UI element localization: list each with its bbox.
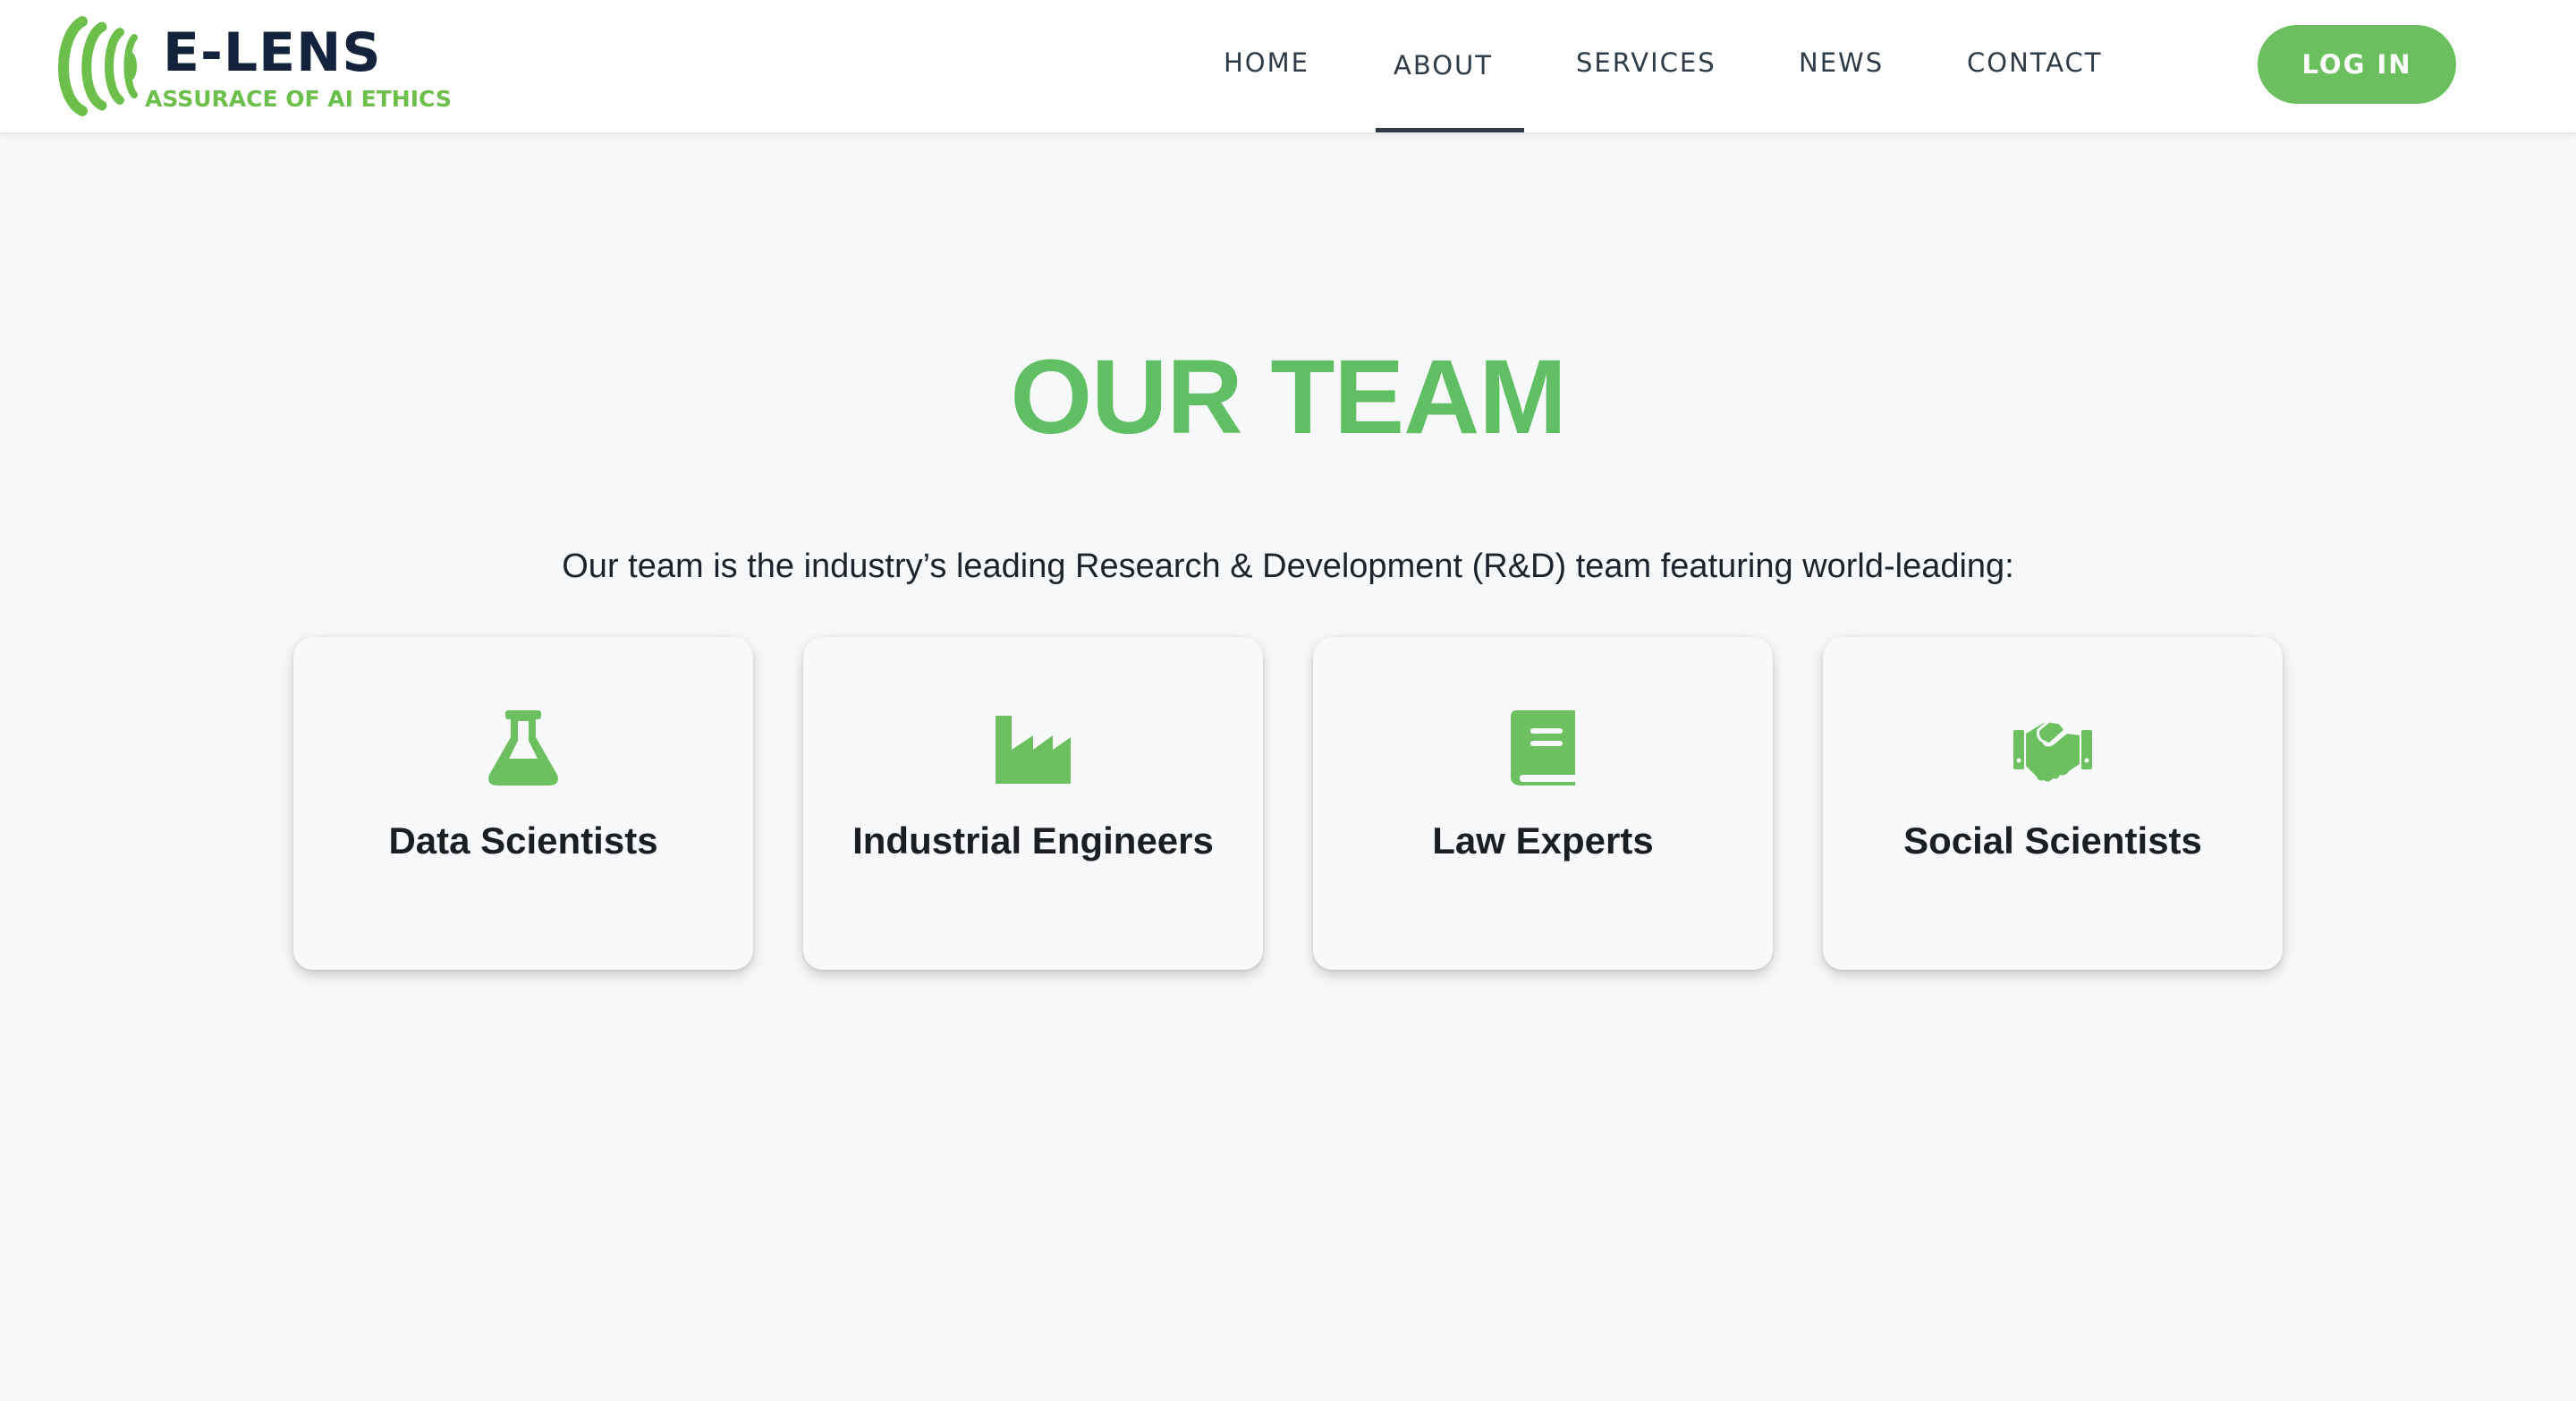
nav-services[interactable]: SERVICES [1576,47,1716,79]
team-card-industrial-engineers: Industrial Engineers [803,637,1263,970]
card-label: Industrial Engineers [852,819,1214,862]
site-logo[interactable]: E-LENS ASSURACE OF AI ETHICS [52,13,452,120]
section-subtitle: Our team is the industry’s leading Resea… [562,548,2014,585]
logo-tagline: ASSURACE OF AI ETHICS [145,86,452,112]
section-title: OUR TEAM [1010,338,1566,456]
flask-icon [488,710,558,785]
nav-home[interactable]: HOME [1224,47,1309,79]
site-header: E-LENS ASSURACE OF AI ETHICS HOME ABOUT … [0,0,2576,132]
handshake-icon [2013,719,2092,782]
nav-contact[interactable]: CONTACT [1967,47,2103,79]
card-label: Data Scientists [388,819,658,862]
factory-icon [996,716,1071,784]
logo-rings-icon [58,16,138,116]
team-card-data-scientists: Data Scientists [293,637,753,970]
card-label: Social Scientists [1903,819,2202,862]
nav-news[interactable]: NEWS [1799,47,1884,79]
team-card-law-experts: Law Experts [1313,637,1773,970]
nav-about[interactable]: ABOUT [1394,49,1493,81]
login-button[interactable]: LOG IN [2258,25,2456,104]
card-label: Law Experts [1432,819,1654,862]
team-card-social-scientists: Social Scientists [1823,637,2283,970]
logo-name: E-LENS [163,21,382,84]
nav-active-indicator [1376,128,1524,132]
book-icon [1511,710,1575,785]
